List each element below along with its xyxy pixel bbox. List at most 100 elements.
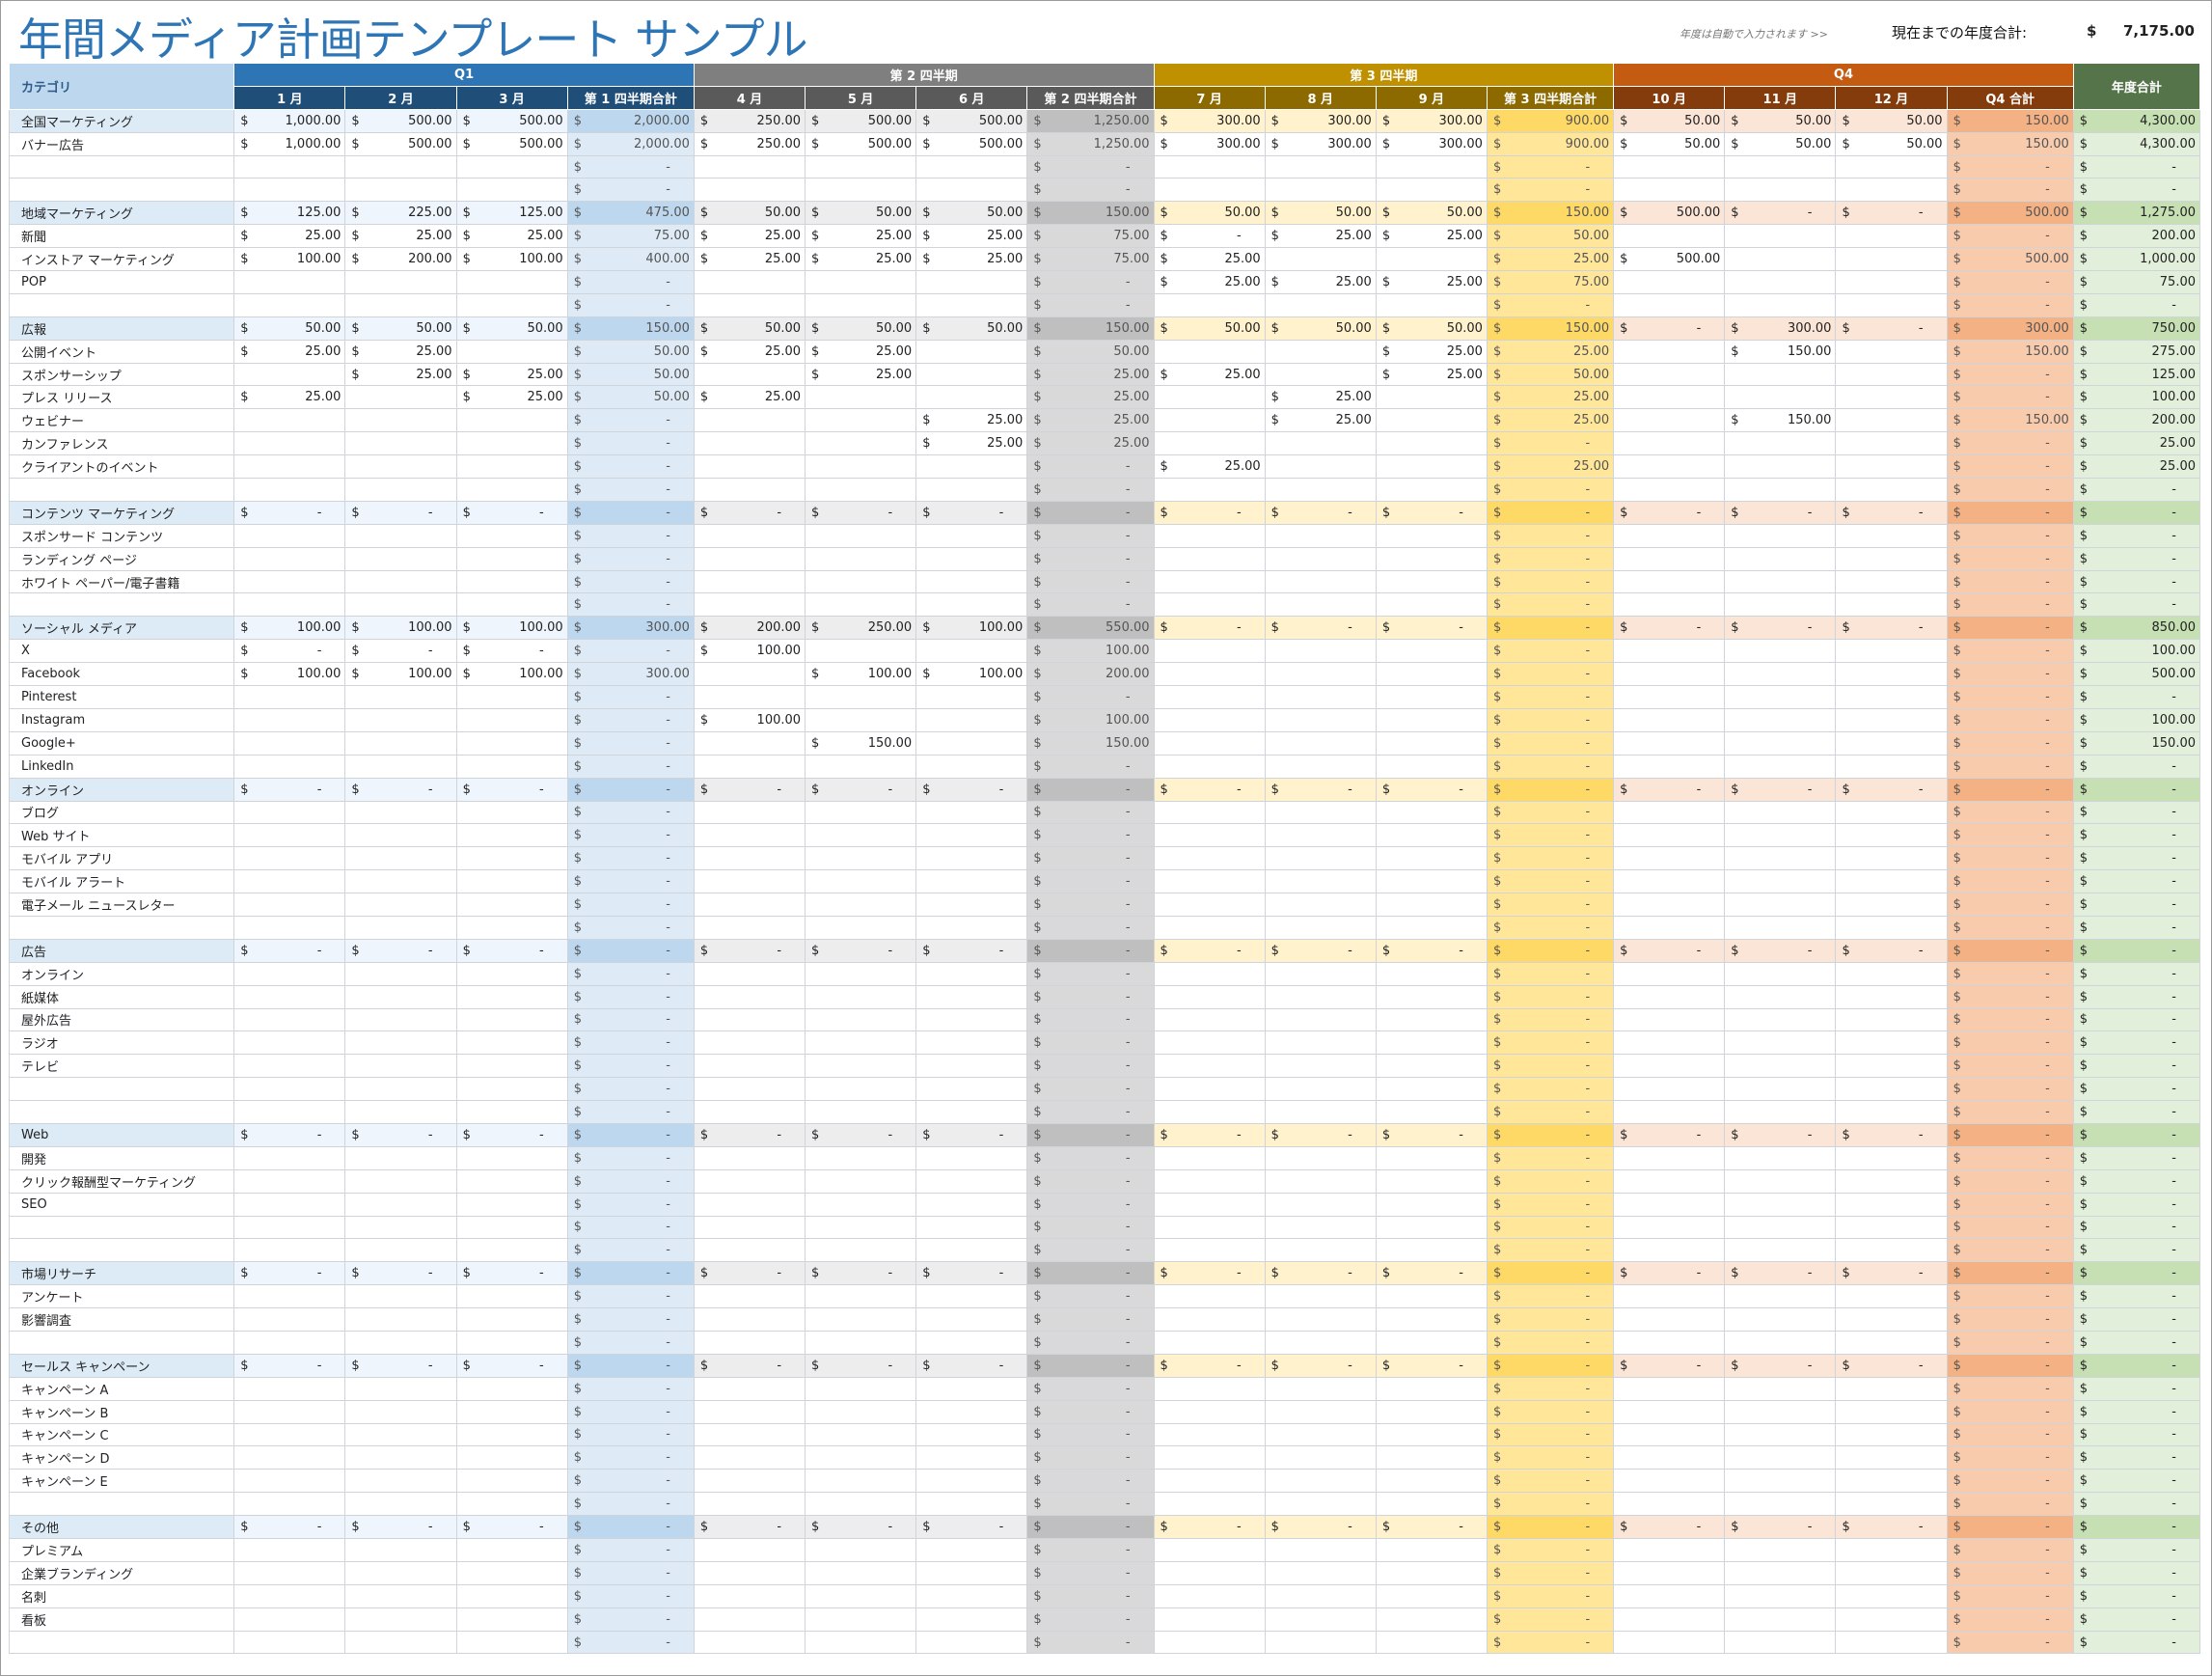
header-month[interactable]: 10 月 — [1613, 85, 1726, 110]
month-cell[interactable]: $ - — [693, 938, 806, 963]
month-cell[interactable] — [1153, 1215, 1266, 1240]
month-cell[interactable]: $ - — [1264, 616, 1377, 641]
month-cell[interactable] — [693, 961, 806, 986]
quarter-total-cell[interactable]: $ - — [1486, 1330, 1615, 1355]
month-cell[interactable]: $ - — [1724, 1122, 1837, 1147]
quarter-total-cell[interactable]: $ - — [1946, 1492, 2074, 1517]
month-cell[interactable]: $25.00 — [1153, 454, 1266, 480]
month-cell[interactable] — [1724, 869, 1837, 894]
month-cell[interactable] — [915, 1215, 1028, 1240]
quarter-total-cell[interactable]: $ - — [566, 178, 695, 203]
item-label[interactable]: プレミアム — [8, 1538, 235, 1562]
month-cell[interactable]: $ - — [233, 500, 346, 525]
quarter-total-cell[interactable]: $75.00 — [566, 224, 695, 249]
month-cell[interactable] — [693, 893, 806, 917]
month-cell[interactable] — [1835, 270, 1948, 294]
month-cell[interactable]: $ - — [455, 1353, 568, 1378]
month-cell[interactable] — [915, 1399, 1028, 1424]
month-cell[interactable] — [455, 915, 568, 940]
quarter-total-cell[interactable]: $25.00 — [1026, 431, 1155, 456]
ytd-cell[interactable]: $ - — [2072, 1238, 2201, 1263]
item-label[interactable]: 開発 — [8, 1145, 235, 1170]
quarter-total-cell[interactable]: $ - — [1486, 777, 1615, 802]
month-cell[interactable] — [1724, 754, 1837, 779]
category-label[interactable]: セールス キャンペーン — [8, 1353, 235, 1378]
ytd-cell[interactable]: $100.00 — [2072, 639, 2201, 664]
quarter-total-cell[interactable]: $ - — [1946, 707, 2074, 732]
month-cell[interactable] — [344, 1100, 457, 1124]
month-cell[interactable] — [1264, 546, 1377, 571]
month-cell[interactable] — [805, 754, 917, 779]
quarter-total-cell[interactable]: $ - — [566, 1122, 695, 1147]
month-cell[interactable] — [1153, 915, 1266, 940]
quarter-total-cell[interactable]: $ - — [566, 846, 695, 871]
quarter-total-cell[interactable]: $ - — [1486, 1583, 1615, 1608]
quarter-total-cell[interactable]: $ - — [1486, 685, 1615, 709]
month-cell[interactable]: $25.00 — [233, 339, 346, 364]
quarter-total-cell[interactable]: $ - — [566, 1376, 695, 1401]
category-label[interactable]: 広報 — [8, 316, 235, 341]
month-cell[interactable] — [805, 685, 917, 709]
quarter-total-cell[interactable]: $ - — [566, 1077, 695, 1102]
ytd-cell[interactable]: $ - — [2072, 869, 2201, 894]
quarter-total-cell[interactable]: $ - — [1026, 154, 1155, 179]
month-cell[interactable] — [344, 1030, 457, 1056]
quarter-total-cell[interactable]: $ - — [1946, 938, 2074, 963]
month-cell[interactable] — [1153, 1238, 1266, 1263]
month-cell[interactable] — [1264, 639, 1377, 664]
month-cell[interactable] — [1153, 292, 1266, 317]
month-cell[interactable] — [1613, 178, 1726, 203]
item-label[interactable]: アンケート — [8, 1284, 235, 1309]
month-cell[interactable] — [233, 1284, 346, 1309]
quarter-total-cell[interactable]: $ - — [1946, 431, 2074, 456]
quarter-total-cell[interactable]: $25.00 — [1486, 339, 1615, 364]
quarter-total-cell[interactable]: $ - — [1486, 1168, 1615, 1194]
month-cell[interactable] — [1264, 662, 1377, 687]
month-cell[interactable] — [1724, 1215, 1837, 1240]
month-cell[interactable] — [344, 1192, 457, 1217]
quarter-total-cell[interactable]: $ - — [1026, 1007, 1155, 1032]
month-cell[interactable]: $ - — [1613, 1261, 1726, 1286]
item-label[interactable]: オンライン — [8, 961, 235, 986]
month-cell[interactable] — [1264, 1560, 1377, 1585]
item-label[interactable] — [8, 592, 235, 618]
month-cell[interactable] — [1613, 869, 1726, 894]
quarter-total-cell[interactable]: $ - — [566, 707, 695, 732]
month-cell[interactable]: $ - — [915, 1261, 1028, 1286]
month-cell[interactable]: $100.00 — [233, 616, 346, 641]
item-label[interactable]: カンファレンス — [8, 431, 235, 456]
month-cell[interactable]: $ - — [1375, 1122, 1488, 1147]
quarter-total-cell[interactable]: $25.00 — [1486, 247, 1615, 272]
month-cell[interactable]: $300.00 — [1153, 131, 1266, 156]
month-cell[interactable]: $ - — [1724, 1261, 1837, 1286]
month-cell[interactable] — [1264, 893, 1377, 917]
month-cell[interactable] — [233, 1100, 346, 1124]
month-cell[interactable] — [1375, 1422, 1488, 1447]
item-label[interactable]: 電子メール ニュースレター — [8, 893, 235, 917]
quarter-total-cell[interactable]: $ - — [1946, 1261, 2074, 1286]
month-cell[interactable] — [1835, 1077, 1948, 1102]
month-cell[interactable]: $ - — [233, 938, 346, 963]
quarter-total-cell[interactable]: $ - — [1946, 639, 2074, 664]
month-cell[interactable] — [1613, 1583, 1726, 1608]
month-cell[interactable] — [693, 1630, 806, 1655]
month-cell[interactable] — [1264, 754, 1377, 779]
month-cell[interactable] — [915, 915, 1028, 940]
month-cell[interactable] — [1375, 662, 1488, 687]
item-label[interactable]: スポンサーシップ — [8, 362, 235, 387]
month-cell[interactable] — [1264, 869, 1377, 894]
month-cell[interactable] — [1613, 270, 1726, 294]
quarter-total-cell[interactable]: $ - — [1486, 961, 1615, 986]
month-cell[interactable] — [1724, 1399, 1837, 1424]
month-cell[interactable] — [1835, 592, 1948, 618]
quarter-total-cell[interactable]: $ - — [1946, 1445, 2074, 1470]
header-quarter-total[interactable]: 第 3 四半期合計 — [1486, 85, 1615, 110]
month-cell[interactable] — [915, 478, 1028, 502]
month-cell[interactable] — [915, 1054, 1028, 1079]
month-cell[interactable] — [1613, 454, 1726, 480]
month-cell[interactable]: $ - — [1835, 1261, 1948, 1286]
month-cell[interactable] — [1613, 1100, 1726, 1124]
item-label[interactable]: ラジオ — [8, 1030, 235, 1056]
month-cell[interactable]: $ - — [1264, 1122, 1377, 1147]
month-cell[interactable]: $ - — [1375, 1353, 1488, 1378]
